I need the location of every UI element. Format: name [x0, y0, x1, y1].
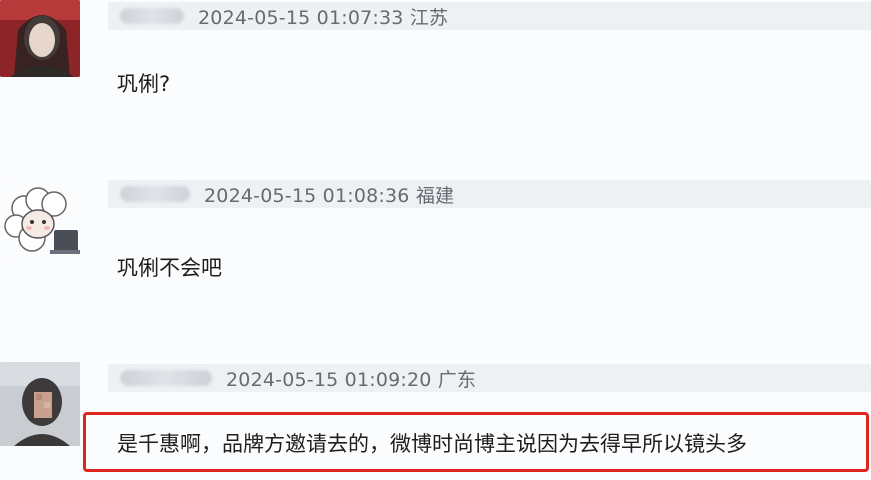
- comment-text: 巩俐?: [117, 72, 171, 96]
- avatar-photo-icon: [0, 0, 80, 77]
- comment-meta: 2024-05-15 01:07:33 江苏: [108, 2, 871, 30]
- comment-text: 是千惠啊，品牌方邀请去的，微博时尚博主说因为去得早所以镜头多: [117, 432, 747, 456]
- comment-item: 2024-05-15 01:07:33 江苏 巩俐?: [0, 0, 871, 150]
- comment-text: 巩俐不会吧: [117, 256, 222, 280]
- sheep-avatar-icon: [2, 178, 82, 262]
- username-blurred[interactable]: [120, 370, 212, 386]
- comment-meta: 2024-05-15 01:09:20 广东: [108, 364, 871, 392]
- avatar[interactable]: [0, 362, 80, 446]
- comment-timestamp-location: 2024-05-15 01:07:33 江苏: [198, 6, 449, 29]
- avatar[interactable]: [0, 0, 80, 77]
- clipped-icon: ⋮: [862, 426, 871, 450]
- comment-timestamp-location: 2024-05-15 01:09:20 广东: [226, 368, 477, 391]
- username-blurred[interactable]: [120, 8, 184, 24]
- blurred-person-avatar-icon: [0, 362, 80, 446]
- avatar[interactable]: [2, 178, 82, 262]
- comment-item: 2024-05-15 01:08:36 福建 巩俐不会吧: [0, 170, 871, 350]
- comment-timestamp-location: 2024-05-15 01:08:36 福建: [204, 184, 455, 207]
- username-blurred[interactable]: [120, 186, 190, 202]
- comment-meta: 2024-05-15 01:08:36 福建: [108, 180, 871, 208]
